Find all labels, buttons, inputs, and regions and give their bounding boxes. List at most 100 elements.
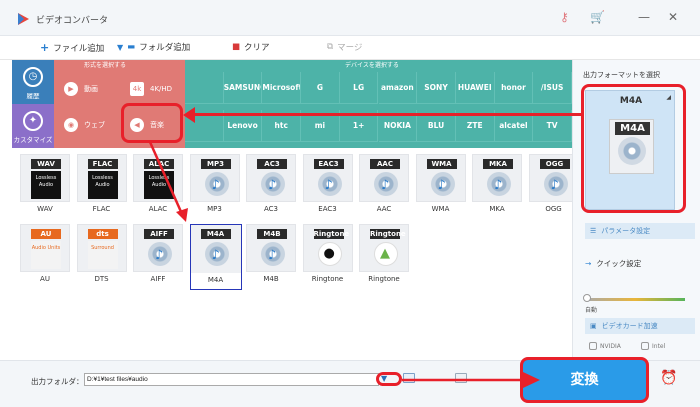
format-card-mka[interactable]: MKA ♪ MKA bbox=[472, 154, 522, 216]
format-tag: MKA bbox=[483, 159, 513, 169]
device-brand[interactable] bbox=[185, 110, 224, 142]
slider-knob[interactable] bbox=[583, 294, 591, 302]
device-brand[interactable]: NOKIA bbox=[378, 110, 418, 142]
device-brand[interactable]: SAMSUNG bbox=[223, 72, 263, 104]
format-tag: EAC3 bbox=[313, 159, 344, 169]
parameter-settings-button[interactable]: ☰ パラメータ設定 bbox=[585, 223, 695, 239]
selected-format-label: M4A bbox=[619, 96, 643, 106]
device-brand[interactable] bbox=[185, 72, 224, 104]
device-brand[interactable]: mi bbox=[301, 110, 340, 142]
device-brand[interactable]: ZTE bbox=[455, 110, 495, 142]
device-brand[interactable]: TV bbox=[533, 110, 572, 142]
device-brand[interactable]: BLU bbox=[417, 110, 456, 142]
format-card-mp3[interactable]: MP3 ♪ MP3 bbox=[189, 154, 240, 216]
gpu-acceleration-button[interactable]: ▣ ビデオカード加速 bbox=[585, 318, 695, 334]
format-tag: M4A bbox=[200, 229, 231, 239]
convert-button[interactable]: 変換 bbox=[523, 360, 646, 400]
minimize-icon[interactable]: — bbox=[638, 10, 650, 24]
output-format-selector[interactable]: M4A ◢ M4A bbox=[585, 90, 675, 210]
format-4k-hd[interactable]: 4k 4K/HD bbox=[130, 82, 172, 96]
format-card-alac[interactable]: ALAC Lossless Audio ALAC bbox=[133, 154, 183, 216]
nvidia-option[interactable]: NVIDIA bbox=[589, 342, 621, 350]
close-icon[interactable]: ✕ bbox=[668, 10, 678, 24]
format-audio[interactable]: ◀ 音楽 bbox=[130, 118, 164, 132]
device-brand[interactable]: htc bbox=[262, 110, 302, 142]
format-tag: Ringtone bbox=[370, 229, 406, 239]
format-tile: dts Surround bbox=[76, 224, 127, 272]
device-brand[interactable]: HUAWEI bbox=[455, 72, 495, 104]
add-file-button[interactable]: + ファイル追加 bbox=[40, 41, 104, 54]
format-card-ringtone[interactable]: Ringtone ● Ringtone bbox=[302, 224, 353, 286]
device-brand[interactable]: alcatel bbox=[494, 110, 534, 142]
nav-history[interactable]: ◷ 履歴 bbox=[12, 60, 54, 104]
device-brand[interactable]: G bbox=[301, 72, 340, 104]
format-tile: OGG ♪ bbox=[528, 154, 579, 202]
music-note-icon: ♪ bbox=[381, 178, 390, 193]
intel-option[interactable]: Intel bbox=[641, 342, 665, 350]
key-icon[interactable]: ⚷ bbox=[560, 10, 569, 24]
format-card-eac3[interactable]: EAC3 ♪ EAC3 bbox=[302, 154, 353, 216]
format-card-au[interactable]: AU Audio Units AU bbox=[20, 224, 70, 286]
quality-slider[interactable] bbox=[585, 298, 685, 301]
music-note-icon: ♪ bbox=[324, 178, 333, 193]
device-brand[interactable]: Microsoft bbox=[262, 72, 302, 104]
open-folder-icon[interactable] bbox=[403, 373, 415, 383]
output-dropdown-icon[interactable]: ▼ bbox=[381, 374, 387, 383]
format-tag: M4B bbox=[257, 229, 287, 239]
format-card-aac[interactable]: AAC ♪ AAC bbox=[359, 154, 409, 216]
format-card-dts[interactable]: dts Surround DTS bbox=[76, 224, 127, 286]
format-section-header: 形式を選択する bbox=[84, 62, 127, 69]
nav-customize[interactable]: ✦ カスタマイズ bbox=[12, 104, 54, 148]
plus-icon: + bbox=[40, 41, 50, 54]
device-brand[interactable]: /ISUS bbox=[533, 72, 572, 104]
format-card-flac[interactable]: FLAC Lossless Audio FLAC bbox=[76, 154, 127, 216]
alarm-clock-icon[interactable]: ⏰ bbox=[660, 370, 677, 386]
format-tile: M4A ♪ bbox=[190, 225, 241, 273]
format-tag: AC3 bbox=[257, 159, 287, 169]
checkbox-icon[interactable] bbox=[589, 342, 597, 350]
format-card-ringtone[interactable]: Ringtone ▲ Ringtone bbox=[359, 224, 409, 286]
format-label: EAC3 bbox=[318, 205, 337, 213]
lossless-icon: Lossless Audio bbox=[144, 171, 174, 199]
output-folder-input[interactable] bbox=[84, 373, 379, 386]
format-label: M4B bbox=[263, 275, 279, 283]
format-card-ac3[interactable]: AC3 ♪ AC3 bbox=[246, 154, 296, 216]
format-grid: WAV Lossless Audio WAV FLAC Lossless Audio FL… bbox=[12, 148, 579, 358]
format-card-m4a[interactable]: M4A ♪ M4A bbox=[189, 224, 242, 290]
merge-button[interactable]: ⧉ マージ bbox=[327, 41, 362, 53]
format-tile: WAV Lossless Audio bbox=[20, 154, 70, 202]
device-brand[interactable]: Lenovo bbox=[223, 110, 263, 142]
format-tile: AU Audio Units bbox=[20, 224, 70, 272]
add-folder-button[interactable]: ▼ ▬ フォルダ追加 bbox=[117, 41, 190, 53]
device-brand[interactable]: LG bbox=[339, 72, 379, 104]
music-note-icon: ♪ bbox=[268, 178, 277, 193]
device-brand[interactable]: 1+ bbox=[339, 110, 379, 142]
device-brand[interactable]: SONY bbox=[417, 72, 456, 104]
cart-icon[interactable]: 🛒 bbox=[590, 10, 605, 24]
dropdown-arrow-icon[interactable]: ▼ bbox=[117, 43, 123, 52]
format-web[interactable]: ◉ ウェブ bbox=[64, 118, 105, 132]
format-card-ogg[interactable]: OGG ♪ OGG bbox=[528, 154, 579, 216]
chip-icon: ▣ bbox=[590, 322, 597, 330]
logo-glyph: ● bbox=[323, 246, 335, 261]
format-card-wav[interactable]: WAV Lossless Audio WAV bbox=[20, 154, 70, 216]
device-brand[interactable]: honor bbox=[494, 72, 534, 104]
format-label: OGG bbox=[545, 205, 562, 213]
arrow-icon: → bbox=[585, 259, 592, 268]
device-brand[interactable]: amazon bbox=[378, 72, 418, 104]
format-label: AU bbox=[40, 275, 50, 283]
format-card-aiff[interactable]: AIFF ♪ AIFF bbox=[133, 224, 183, 286]
format-tile: MP3 ♪ bbox=[189, 154, 240, 202]
music-note-icon: ♪ bbox=[550, 178, 559, 193]
format-label: AIFF bbox=[150, 275, 166, 283]
folder-icon[interactable] bbox=[455, 373, 467, 383]
format-tile: EAC3 ♪ bbox=[302, 154, 353, 202]
format-video[interactable]: ▶ 動画 bbox=[64, 82, 98, 96]
browser-icon: ◉ bbox=[64, 118, 78, 132]
format-card-m4b[interactable]: M4B ♪ M4B bbox=[246, 224, 296, 286]
clear-button[interactable]: ■ クリア bbox=[232, 41, 270, 53]
checkbox-icon[interactable] bbox=[641, 342, 649, 350]
speaker-icon: ◀ bbox=[130, 118, 144, 132]
format-tag: AU bbox=[31, 229, 61, 239]
format-card-wma[interactable]: WMA ♪ WMA bbox=[415, 154, 466, 216]
